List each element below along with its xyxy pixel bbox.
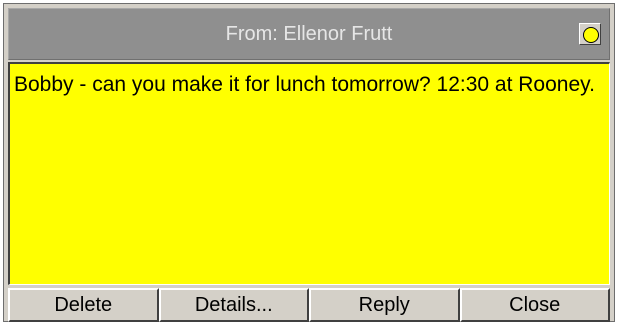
- button-bar: Delete Details... Reply Close: [8, 288, 610, 322]
- yellow-circle-icon: [583, 27, 599, 43]
- close-button[interactable]: Close: [459, 288, 610, 322]
- message-text: Bobby - can you make it for lunch tomorr…: [14, 73, 595, 96]
- title-bar-button[interactable]: [579, 23, 601, 45]
- message-body[interactable]: Bobby - can you make it for lunch tomorr…: [8, 62, 610, 285]
- details-button[interactable]: Details...: [158, 288, 309, 322]
- title-bar[interactable]: From: Ellenor Frutt: [8, 8, 610, 60]
- note-window: From: Ellenor Frutt Bobby - can you make…: [3, 3, 615, 322]
- delete-button[interactable]: Delete: [8, 288, 159, 322]
- window-title: From: Ellenor Frutt: [225, 23, 393, 45]
- reply-button[interactable]: Reply: [309, 288, 460, 322]
